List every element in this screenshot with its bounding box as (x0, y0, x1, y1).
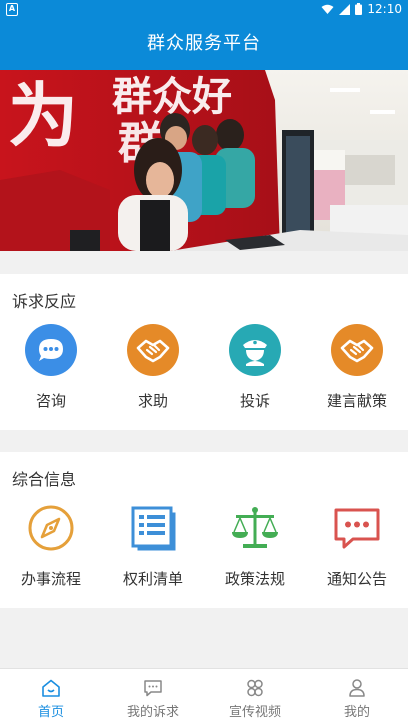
message-icon (331, 502, 383, 554)
nav-home[interactable]: 首页 (0, 669, 102, 725)
nav-videos-label: 宣传视频 (228, 705, 281, 720)
section-appeal: 诉求反应 咨询 求助 投诉 建言献策 (0, 274, 408, 430)
rights-list-button[interactable]: 权利清单 (102, 502, 204, 589)
clover-icon (247, 679, 263, 697)
nav-mine-label: 我的 (343, 705, 370, 720)
clock: 12:10 (367, 2, 402, 16)
handshake-icon (127, 324, 179, 376)
procedure-label: 办事流程 (20, 570, 81, 588)
bottom-nav: 首页 我的诉求 宣传视频 我的 (0, 668, 408, 725)
banner-sign-char: 为 (8, 74, 78, 157)
user-icon (349, 679, 365, 697)
banner-photo: 为 群众好 群 (0, 70, 408, 251)
status-bar: A 12:10 (0, 0, 408, 20)
home-icon (42, 679, 60, 697)
policy-label: 政策法规 (224, 570, 285, 588)
suggestion-button[interactable]: 建言献策 (306, 324, 408, 411)
page-title: 群众服务平台 (0, 20, 408, 70)
section-info: 综合信息 办事流程 权利清单 政策法规 通知公告 (0, 452, 408, 608)
banner-sign-text: 群众好 (112, 73, 232, 120)
list-document-icon (127, 502, 179, 554)
notice-label: 通知公告 (326, 570, 387, 588)
notification-icon: A (6, 3, 18, 16)
complaint-label: 投诉 (239, 392, 270, 410)
nav-my-appeals-label: 我的诉求 (126, 705, 179, 720)
section-title-appeal: 诉求反应 (12, 292, 77, 311)
officer-icon (229, 324, 281, 376)
notice-button[interactable]: 通知公告 (306, 502, 408, 589)
nav-my-appeals[interactable]: 我的诉求 (102, 669, 204, 725)
consult-label: 咨询 (35, 392, 66, 410)
nav-videos[interactable]: 宣传视频 (204, 669, 306, 725)
procedure-button[interactable]: 办事流程 (0, 502, 102, 589)
battery-icon (355, 3, 363, 15)
suggestion-label: 建言献策 (326, 392, 387, 410)
banner-image[interactable]: 为 群众好 群 (0, 70, 408, 251)
help-button[interactable]: 求助 (102, 324, 204, 411)
scales-icon (229, 502, 281, 554)
chat-icon (144, 680, 162, 697)
complaint-button[interactable]: 投诉 (204, 324, 306, 411)
handshake-icon (331, 324, 383, 376)
status-right: 12:10 (321, 2, 402, 16)
chat-bubble-icon (25, 324, 77, 376)
nav-mine[interactable]: 我的 (306, 669, 408, 725)
compass-icon (25, 502, 77, 554)
consult-button[interactable]: 咨询 (0, 324, 102, 411)
policy-button[interactable]: 政策法规 (204, 502, 306, 589)
wifi-icon (321, 4, 334, 14)
help-label: 求助 (137, 392, 168, 410)
section-title-info: 综合信息 (12, 470, 77, 489)
nav-home-label: 首页 (37, 705, 64, 720)
rights-list-label: 权利清单 (122, 570, 183, 588)
signal-icon (339, 3, 351, 15)
